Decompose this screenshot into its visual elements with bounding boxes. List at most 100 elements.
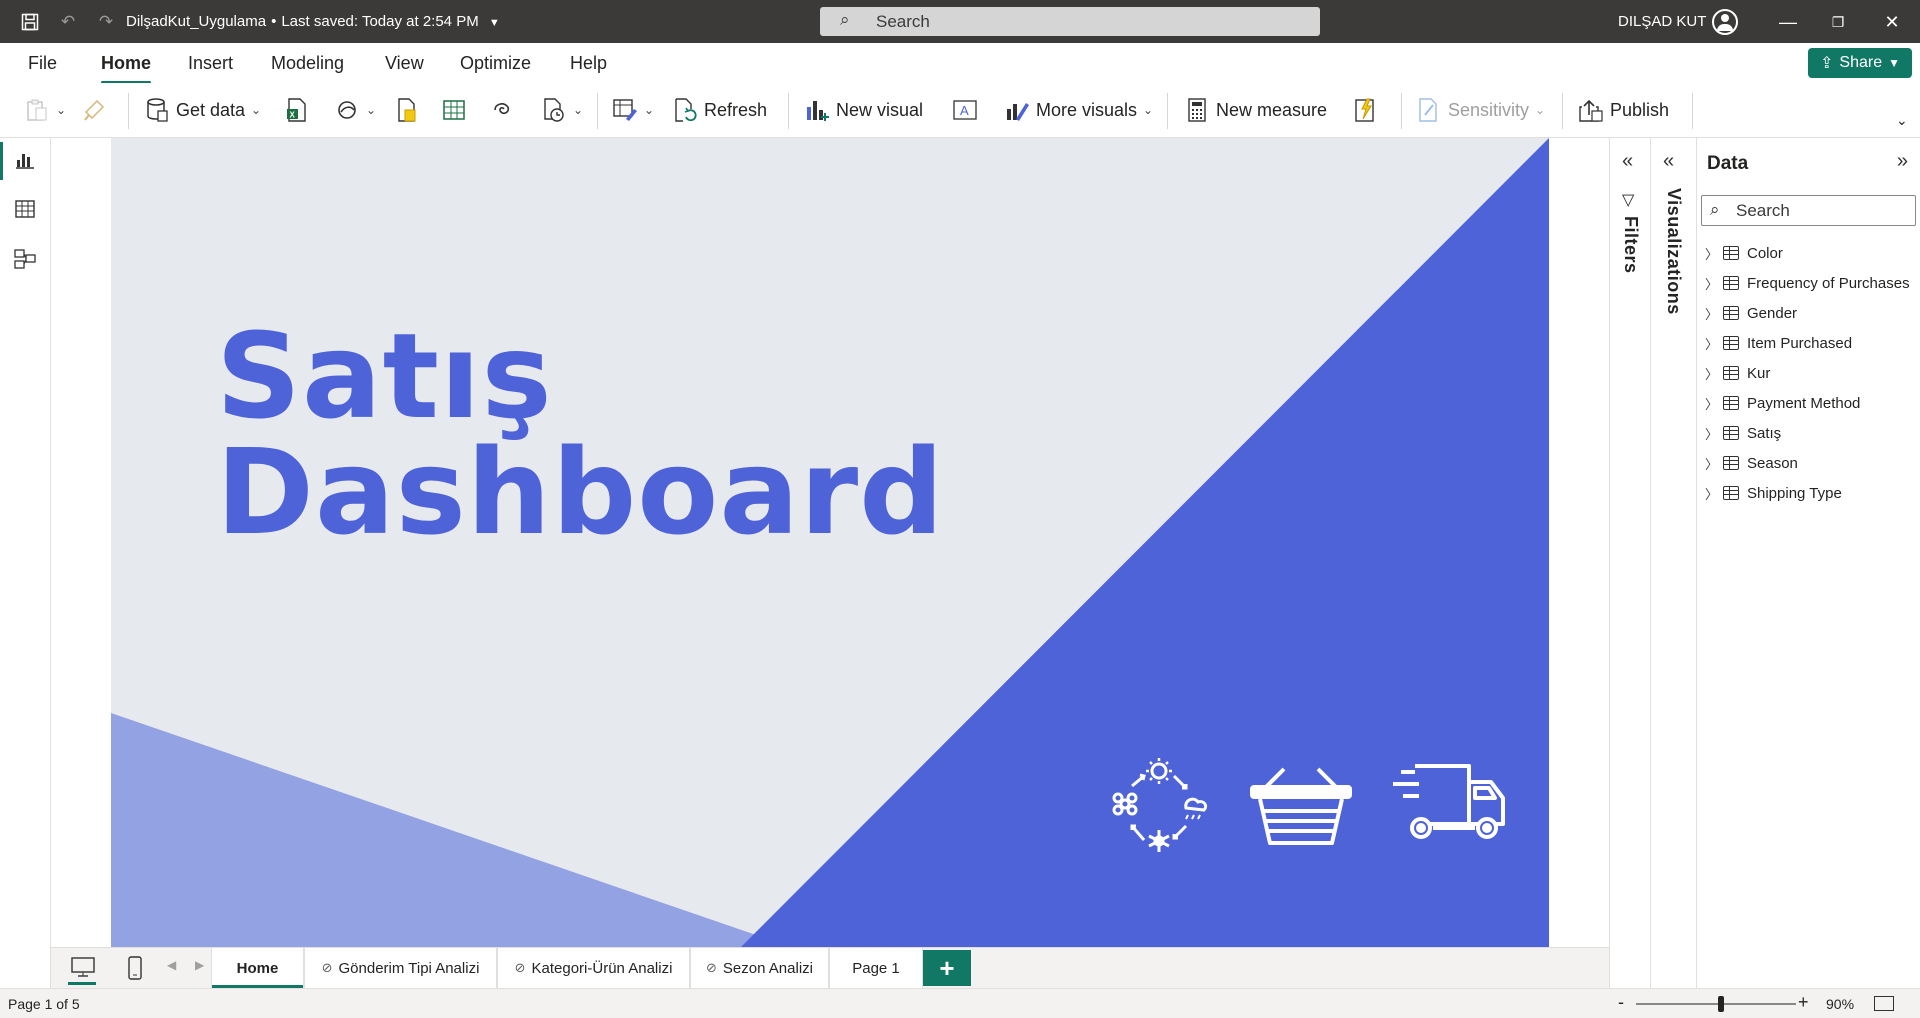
zoom-out-button[interactable]: - (1618, 992, 1624, 1013)
clipboard-icon (24, 97, 50, 123)
sql-server-button[interactable] (394, 95, 420, 125)
chevron-right-icon: 〉 (1705, 396, 1719, 412)
data-pane: Data » ⌕ Search 〉 Color 〉 Frequency of Pur… (1696, 138, 1920, 988)
chevron-down-icon: ⌄ (1143, 103, 1154, 117)
data-search-input[interactable]: ⌕ Search (1701, 195, 1916, 226)
collapse-ribbon-button[interactable]: ⌄ (1896, 105, 1908, 135)
mobile-layout-button[interactable] (119, 954, 151, 986)
recent-sources-button[interactable]: ⌄ (541, 95, 583, 125)
enter-data-button[interactable] (441, 95, 467, 125)
expand-filters-icon[interactable]: « (1622, 150, 1633, 173)
table-icon (1723, 426, 1739, 440)
file-name: DilşadKut_Uygulama (126, 13, 267, 30)
file-title[interactable]: DilşadKut_Uygulama • Last saved: Today at … (126, 13, 500, 30)
table-icon (1723, 456, 1739, 470)
field-table-frequency[interactable]: 〉 Frequency of Purchases (1705, 271, 1910, 295)
undo-icon[interactable]: ↶ (56, 10, 80, 34)
refresh-button[interactable]: Refresh (672, 95, 767, 125)
text-box-button[interactable]: A (952, 95, 978, 125)
field-table-gender[interactable]: 〉 Gender (1705, 301, 1797, 325)
field-table-kur[interactable]: 〉 Kur (1705, 361, 1770, 385)
field-table-payment-method[interactable]: 〉 Payment Method (1705, 391, 1860, 415)
zoom-slider-track[interactable] (1636, 1003, 1796, 1005)
page-tab-home[interactable]: Home (211, 948, 304, 988)
table-icon (1723, 396, 1739, 410)
field-table-satis[interactable]: 〉 Satış (1705, 421, 1781, 445)
visualizations-pane[interactable]: « Visualizations (1650, 138, 1696, 988)
excel-workbook-button[interactable]: X (284, 95, 310, 125)
table-icon (1723, 336, 1739, 350)
page-prev-icon[interactable]: ◀ (167, 958, 176, 972)
global-search-input[interactable]: ⌕ Search (820, 7, 1320, 36)
page-next-icon[interactable]: ▶ (195, 958, 204, 972)
hidden-page-icon: ⊘ (514, 960, 526, 975)
field-table-label: Season (1747, 454, 1798, 472)
report-page-canvas[interactable]: Satış Dashboard (111, 138, 1549, 947)
page-tab-kategori[interactable]: ⊘ Kategori-Ürün Analizi (497, 948, 690, 988)
field-table-item-purchased[interactable]: 〉 Item Purchased (1705, 331, 1852, 355)
zoom-in-button[interactable]: + (1798, 992, 1809, 1013)
global-search-placeholder: Search (876, 12, 930, 31)
field-table-shipping-type[interactable]: 〉 Shipping Type (1705, 481, 1842, 505)
chevron-right-icon: 〉 (1705, 486, 1719, 502)
transform-data-button[interactable]: ⌄ (612, 95, 654, 125)
tab-view[interactable]: View (385, 53, 424, 74)
sql-server-icon (394, 97, 420, 123)
restore-icon[interactable]: ❐ (1820, 8, 1856, 36)
desktop-icon (70, 956, 96, 985)
close-icon[interactable]: ✕ (1874, 8, 1910, 36)
tab-help[interactable]: Help (570, 53, 607, 74)
add-page-button[interactable]: + (923, 950, 971, 986)
tab-modeling[interactable]: Modeling (271, 53, 344, 74)
format-painter-button[interactable] (82, 95, 108, 125)
publish-button[interactable]: Publish (1578, 95, 1669, 125)
get-data-button[interactable]: Get data ⌄ (144, 95, 261, 125)
zoom-slider-thumb[interactable] (1718, 996, 1724, 1012)
expand-visualizations-icon[interactable]: « (1663, 150, 1674, 173)
zoom-level: 90% (1826, 996, 1855, 1012)
table-view-button[interactable] (0, 188, 50, 234)
field-table-label: Frequency of Purchases (1747, 274, 1910, 292)
get-data-label: Get data (176, 99, 246, 120)
table-view-icon (14, 198, 36, 225)
chevron-right-icon: 〉 (1705, 246, 1719, 262)
minimize-icon[interactable]: — (1770, 8, 1806, 36)
share-button[interactable]: ⇪ Share ▼ (1808, 48, 1912, 78)
tab-insert[interactable]: Insert (188, 53, 233, 74)
tab-file[interactable]: File (28, 53, 57, 74)
page-tab-gonderim[interactable]: ⊘ Gönderim Tipi Analizi (304, 948, 497, 988)
fit-to-page-icon[interactable] (1874, 996, 1894, 1011)
filters-pane[interactable]: « ▽ Filters (1609, 138, 1650, 988)
quick-measure-button[interactable] (1352, 95, 1378, 125)
page-tab-sezon[interactable]: ⊘ Sezon Analizi (690, 948, 829, 988)
dataverse-button[interactable] (490, 95, 516, 125)
sensitivity-button[interactable]: Sensitivity ⌄ (1416, 95, 1545, 125)
collapse-data-pane-icon[interactable]: » (1897, 150, 1908, 173)
onelake-hub-button[interactable]: ⌄ (334, 95, 376, 125)
report-view-button[interactable] (0, 138, 50, 184)
report-title: Satış Dashboard (216, 317, 945, 551)
delivery-truck-icon (1391, 758, 1505, 848)
field-table-color[interactable]: 〉 Color (1705, 241, 1783, 265)
tab-home[interactable]: Home (101, 53, 152, 84)
page-tab-page1[interactable]: Page 1 (829, 948, 923, 988)
field-table-season[interactable]: 〉 Season (1705, 451, 1798, 475)
more-visuals-button[interactable]: More visuals ⌄ (1004, 95, 1153, 125)
database-icon (144, 97, 170, 123)
avatar-icon[interactable] (1712, 9, 1738, 35)
new-measure-button[interactable]: New measure (1184, 95, 1327, 125)
chevron-down-icon: ⌄ (366, 103, 377, 117)
paste-button[interactable]: ⌄ (24, 95, 66, 125)
field-table-label: Kur (1747, 364, 1771, 382)
redo-icon[interactable]: ↷ (94, 10, 118, 34)
excel-icon: X (284, 97, 310, 123)
new-visual-button[interactable]: New visual (804, 95, 923, 125)
table-icon (1723, 306, 1739, 320)
save-icon[interactable] (18, 10, 42, 34)
tab-optimize[interactable]: Optimize (460, 53, 531, 74)
user-name: DILŞAD KUT (1618, 13, 1707, 30)
saved-status: Last saved: Today at 2:54 PM (281, 13, 479, 30)
chevron-right-icon: 〉 (1705, 366, 1719, 382)
model-view-button[interactable] (0, 238, 50, 284)
sensitivity-label: Sensitivity (1448, 99, 1530, 120)
